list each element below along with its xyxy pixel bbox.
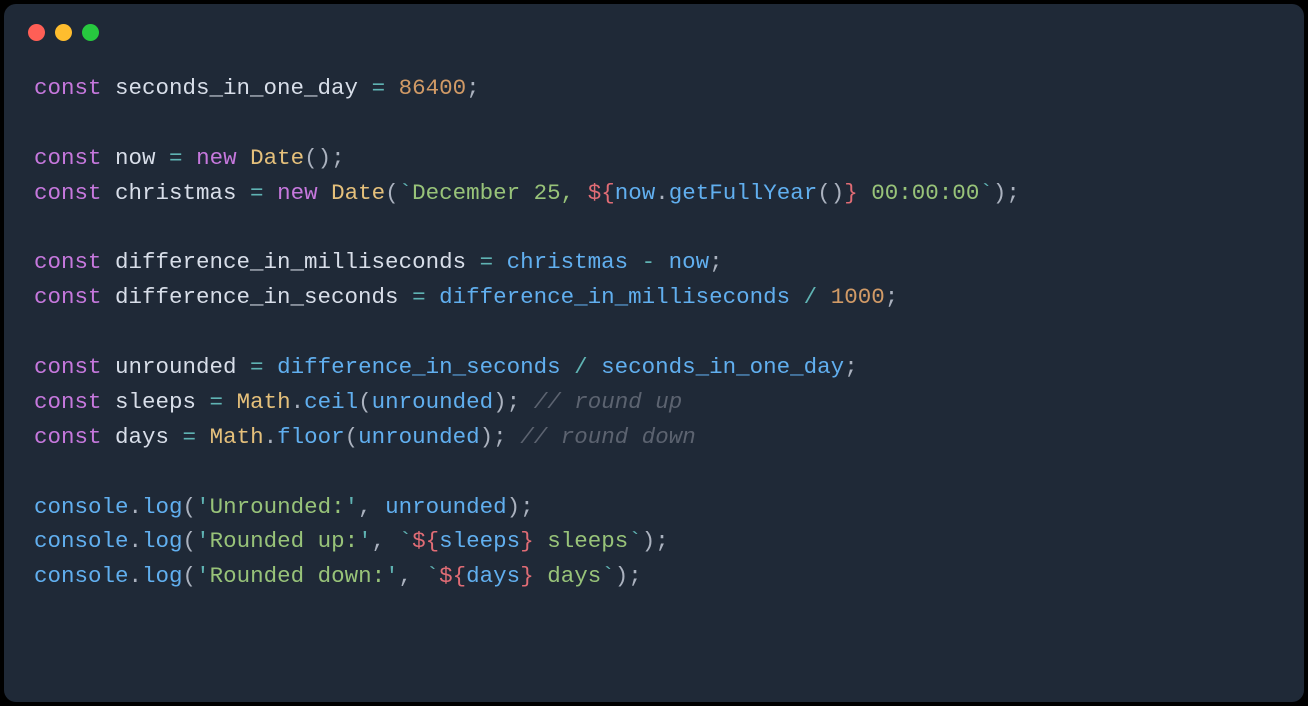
class-name: Date xyxy=(250,145,304,171)
code-block: const seconds_in_one_day = 86400; const … xyxy=(4,49,1304,616)
code-line: console.log('Unrounded:', unrounded); xyxy=(34,494,534,520)
comment: // round up xyxy=(534,389,683,415)
comment: // round down xyxy=(520,424,696,450)
code-line: const unrounded = difference_in_seconds … xyxy=(34,354,858,380)
number-literal: 86400 xyxy=(399,75,467,101)
code-window: const seconds_in_one_day = 86400; const … xyxy=(4,4,1304,702)
code-line: const seconds_in_one_day = 86400; xyxy=(34,75,480,101)
code-line: const christmas = new Date(`December 25,… xyxy=(34,180,1020,206)
code-line: const difference_in_seconds = difference… xyxy=(34,284,898,310)
code-line: console.log('Rounded down:', `${days} da… xyxy=(34,563,642,589)
code-line: const sleeps = Math.ceil(unrounded); // … xyxy=(34,389,682,415)
code-line: const now = new Date(); xyxy=(34,145,345,171)
maximize-icon[interactable] xyxy=(82,24,99,41)
code-line: const difference_in_milliseconds = chris… xyxy=(34,249,723,275)
window-titlebar xyxy=(4,4,1304,49)
code-line: console.log('Rounded up:', `${sleeps} sl… xyxy=(34,528,669,554)
string-literal: December 25, xyxy=(412,180,588,206)
minimize-icon[interactable] xyxy=(55,24,72,41)
keyword: const xyxy=(34,75,102,101)
close-icon[interactable] xyxy=(28,24,45,41)
code-line: const days = Math.floor(unrounded); // r… xyxy=(34,424,696,450)
